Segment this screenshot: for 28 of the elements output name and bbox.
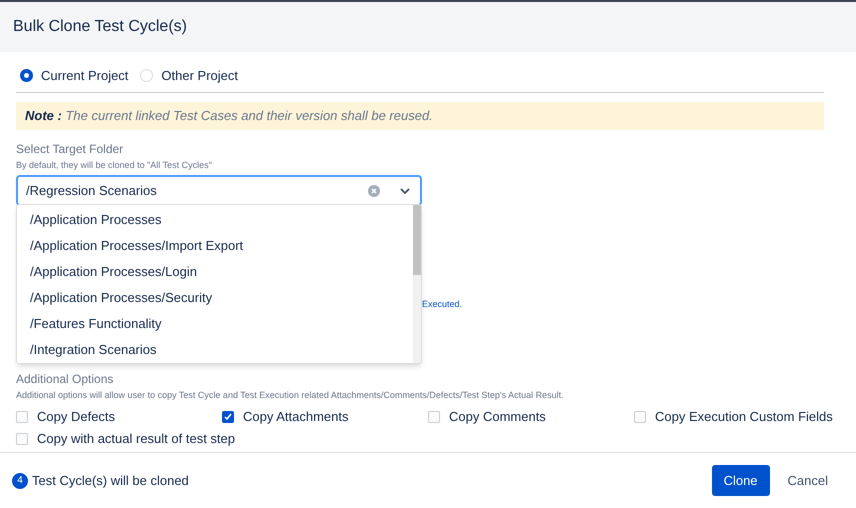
dropdown-option[interactable]: /Features Functionality xyxy=(17,311,413,337)
checkbox-option[interactable]: Copy Comments xyxy=(428,408,546,426)
radio-option[interactable]: Other Project xyxy=(136,66,238,86)
dropdown-option[interactable]: /Application Processes xyxy=(17,207,413,233)
section-description: Additional options will allow user to copy Test Cycle and Test Execution related Attachments/Comments/Defects/Test Step's Actual Result. xyxy=(16,388,565,402)
dialog-title: Bulk Clone Test Cycle(s) xyxy=(13,17,187,37)
count-badge: 4 xyxy=(12,472,28,488)
scrollbar[interactable] xyxy=(413,205,421,363)
dropdown-option[interactable]: /Application Processes/Login xyxy=(17,259,413,285)
checkbox-option[interactable]: Copy Attachments xyxy=(222,408,348,426)
dropdown-option[interactable]: /Application Processes/Security xyxy=(17,285,413,311)
dropdown-option[interactable]: /Application Processes/Import Export xyxy=(17,233,413,259)
radio-option[interactable]: Current Project xyxy=(16,66,128,86)
footer-text: Test Cycle(s) will be cloned xyxy=(32,472,190,490)
cancel-button[interactable]: Cancel xyxy=(776,465,840,496)
chevron-down-icon[interactable] xyxy=(400,188,410,194)
checkbox-option[interactable]: Copy Defects xyxy=(16,408,116,426)
clone-button[interactable]: Clone xyxy=(712,465,770,496)
checkbox-option[interactable]: Copy with actual result of test step xyxy=(16,430,235,448)
clear-icon[interactable] xyxy=(368,184,380,196)
select-value: /Regression Scenarios xyxy=(26,182,158,200)
field-label: Select Target Folder xyxy=(16,140,124,158)
field-hint: By default, they will be cloned to "All Test Cycles" xyxy=(16,158,213,172)
partial-text: Executed. xyxy=(422,298,462,311)
dropdown-option[interactable]: /Integration Scenarios xyxy=(17,337,413,363)
checkbox-option[interactable]: Copy Execution Custom Fields xyxy=(634,408,833,426)
section-title: Additional Options xyxy=(16,370,114,388)
note-text: Note : The current linked Test Cases and their version shall be reused. xyxy=(25,106,433,125)
